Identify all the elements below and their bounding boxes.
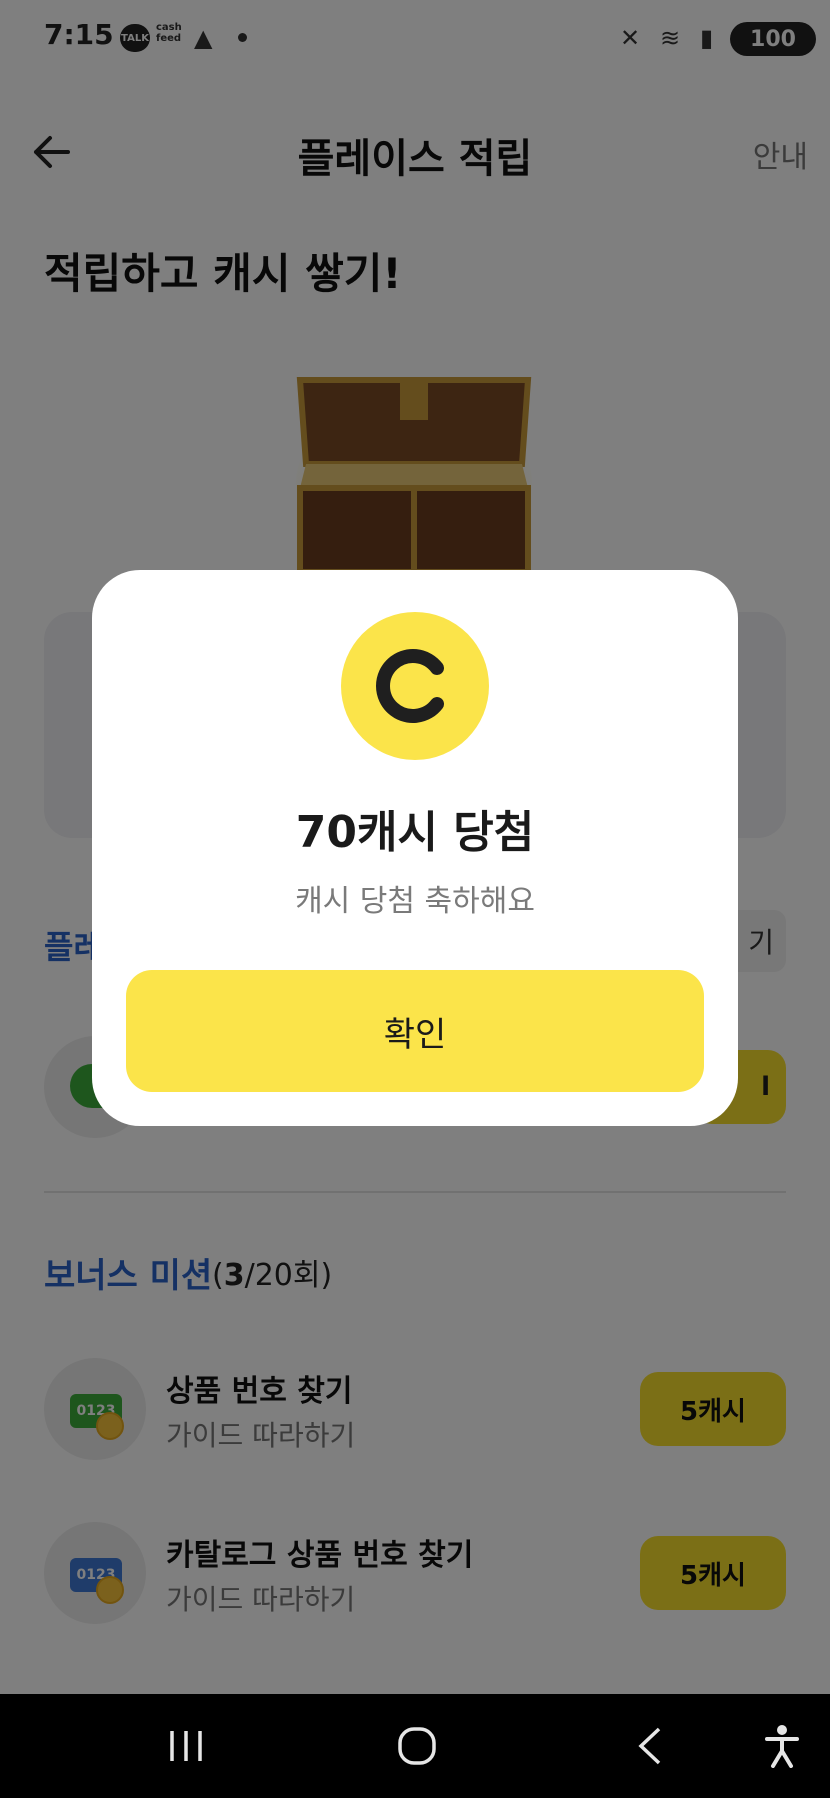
modal-subtitle: 캐시 당첨 축하해요: [295, 884, 535, 919]
coin-letter-icon: [376, 649, 444, 723]
reward-modal: 70캐시 당첨 캐시 당첨 축하해요 확인: [92, 570, 738, 1126]
back-nav-button[interactable]: [620, 1718, 680, 1774]
recent-apps-icon: [170, 1731, 202, 1761]
modal-title: 70캐시 당첨: [295, 807, 535, 858]
accessibility-icon: [765, 1725, 799, 1768]
confirm-button[interactable]: 확인: [126, 970, 704, 1092]
system-nav-bar: [0, 1694, 830, 1798]
home-button[interactable]: [387, 1718, 447, 1774]
home-icon: [398, 1727, 436, 1765]
accessibility-button[interactable]: [752, 1718, 812, 1774]
chevron-left-icon: [638, 1727, 661, 1765]
recent-apps-button[interactable]: [156, 1718, 216, 1774]
cash-coin-icon: [341, 612, 489, 760]
